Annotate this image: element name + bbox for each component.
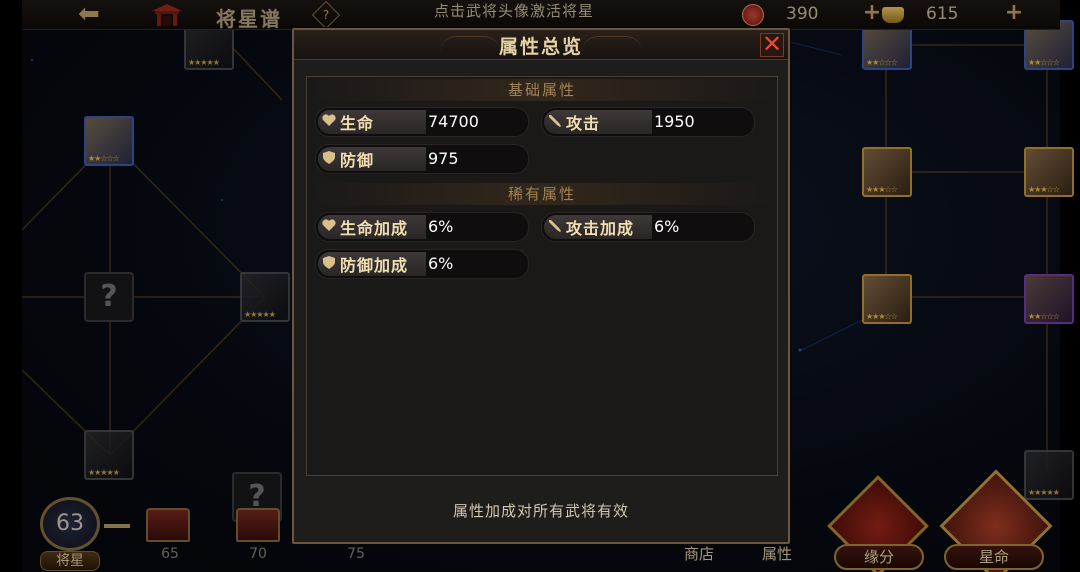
dialog-title: 属性总览 bbox=[498, 36, 583, 58]
bonus-applies-note: 属性加成对所有武将有效 bbox=[452, 502, 629, 520]
shield-icon bbox=[323, 151, 335, 164]
sword-icon bbox=[549, 220, 561, 232]
dialog-header: 属性总览 ✕ bbox=[294, 30, 788, 60]
stat-label: 攻击加成 bbox=[566, 219, 635, 238]
close-button[interactable]: ✕ bbox=[760, 32, 784, 57]
stat-attack-bonus: 攻击加成 6% bbox=[541, 212, 755, 242]
stat-defense-bonus: 防御加成 6% bbox=[315, 249, 529, 279]
stat-attack: 攻击 1950 bbox=[541, 107, 755, 137]
stat-hp: 生命 74700 bbox=[315, 107, 529, 137]
stat-value: 1950 bbox=[654, 112, 695, 131]
stat-value: 6% bbox=[428, 254, 454, 273]
rare-attributes-header: 稀有属性 bbox=[307, 183, 777, 205]
stat-value: 6% bbox=[654, 217, 680, 236]
shield-icon bbox=[323, 256, 335, 269]
stat-label: 防御 bbox=[340, 151, 375, 170]
sword-icon bbox=[549, 115, 561, 127]
stat-label: 生命 bbox=[340, 114, 375, 133]
stat-defense: 防御 975 bbox=[315, 144, 529, 174]
stat-label: 防御加成 bbox=[340, 256, 409, 275]
stat-value: 6% bbox=[428, 217, 454, 236]
stat-label: 生命加成 bbox=[340, 219, 409, 238]
stat-label: 攻击 bbox=[566, 114, 601, 133]
attribute-overview-dialog: 属性总览 ✕ 基础属性 生命 74700 攻击 1950 防御 975 稀有属性… bbox=[292, 28, 790, 544]
heart-icon bbox=[322, 114, 336, 126]
stat-value: 74700 bbox=[428, 112, 479, 131]
stat-value: 975 bbox=[428, 149, 459, 168]
basic-attributes-header: 基础属性 bbox=[307, 79, 777, 101]
heart-icon bbox=[322, 219, 336, 231]
attributes-panel: 基础属性 生命 74700 攻击 1950 防御 975 稀有属性 生命加成 6… bbox=[306, 76, 778, 476]
stat-hp-bonus: 生命加成 6% bbox=[315, 212, 529, 242]
